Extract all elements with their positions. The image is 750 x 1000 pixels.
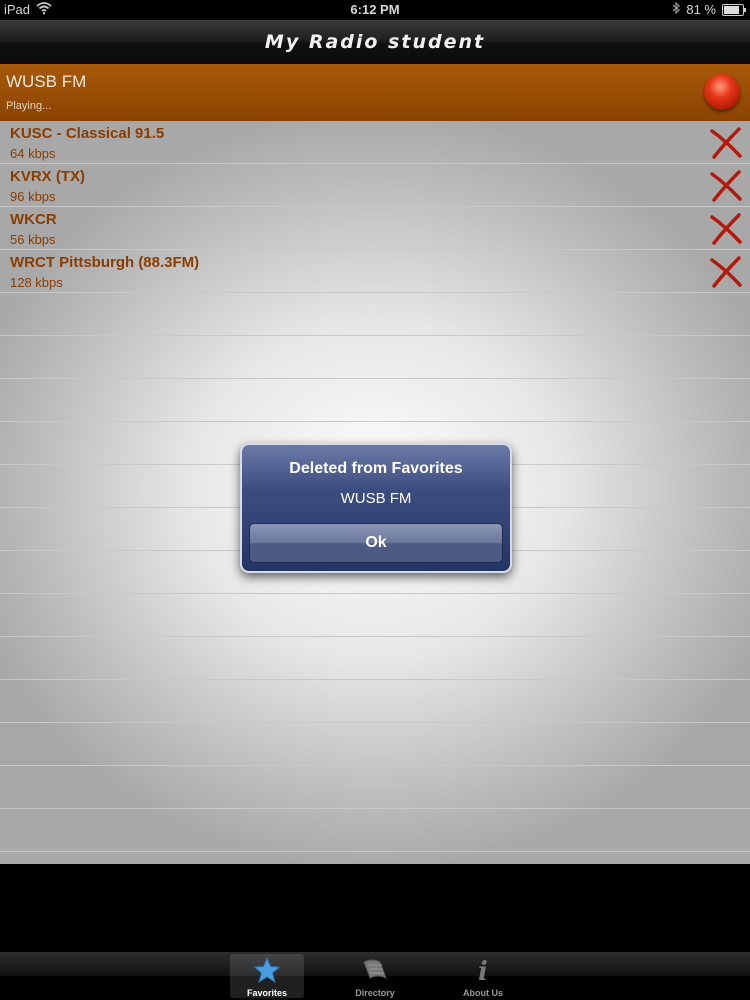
tab-favorites[interactable]: Favorites	[230, 954, 304, 998]
station-bitrate: 64 kbps	[10, 146, 56, 161]
status-bar: iPad 6:12 PM 81 %	[0, 0, 750, 20]
tab-label: Favorites	[246, 988, 288, 998]
station-bitrate: 128 kbps	[10, 275, 63, 290]
station-name: WRCT Pittsburgh (88.3FM)	[10, 254, 200, 271]
list-item[interactable]: WRCT Pittsburgh (88.3FM) 128 kbps	[0, 250, 750, 293]
alert-message: WUSB FM	[340, 490, 412, 507]
app-title: My Radio student	[264, 31, 486, 53]
battery-percent: 81 %	[686, 2, 716, 17]
alert-dialog: Deleted from Favorites WUSB FM Ok	[240, 443, 512, 573]
tab-about-us[interactable]: i About Us	[446, 954, 520, 998]
station-bitrate: 56 kbps	[10, 232, 56, 247]
navigation-bar: My Radio student	[0, 20, 750, 65]
battery-icon	[722, 3, 746, 16]
clock: 6:12 PM	[350, 2, 400, 17]
star-icon	[252, 956, 282, 984]
tab-label: About Us	[463, 988, 503, 998]
svg-text:i: i	[478, 957, 488, 984]
now-playing-station: WUSB FM	[6, 72, 87, 91]
stop-button[interactable]	[704, 74, 740, 110]
list-item[interactable]: WKCR 56 kbps	[0, 207, 750, 250]
delete-icon[interactable]	[708, 168, 744, 204]
list-item[interactable]: KVRX (TX) 96 kbps	[0, 164, 750, 207]
now-playing-bar: WUSB FM Playing...	[0, 64, 750, 121]
tab-bar: Favorites Directory i About Us	[0, 952, 750, 1000]
delete-icon[interactable]	[708, 211, 744, 247]
now-playing-status: Playing...	[6, 100, 52, 112]
tab-label: Directory	[355, 988, 395, 998]
tab-directory[interactable]: Directory	[338, 954, 412, 998]
list-item[interactable]: KUSC - Classical 91.5 64 kbps	[0, 121, 750, 164]
info-icon: i	[468, 956, 498, 987]
alert-title: Deleted from Favorites	[289, 460, 463, 477]
station-name: KUSC - Classical 91.5	[10, 125, 165, 142]
station-name: WKCR	[10, 211, 57, 228]
ok-button[interactable]: Ok	[249, 523, 503, 563]
delete-icon[interactable]	[708, 254, 744, 290]
station-bitrate: 96 kbps	[10, 189, 56, 204]
delete-icon[interactable]	[708, 125, 744, 161]
book-icon	[360, 956, 390, 984]
station-name: KVRX (TX)	[10, 168, 85, 185]
bluetooth-icon	[672, 1, 681, 17]
